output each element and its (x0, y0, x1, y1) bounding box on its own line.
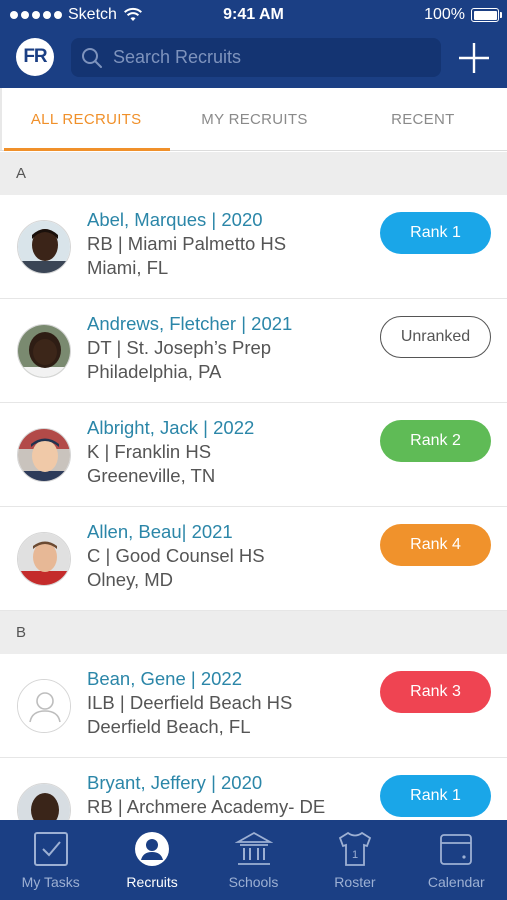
recruit-location: Miami, FL (87, 257, 169, 278)
person-icon (135, 832, 170, 866)
recruit-location: Philadelphia, PA (87, 361, 222, 382)
nav-roster[interactable]: 1 Roster (304, 820, 405, 900)
app-header: FR (0, 30, 507, 88)
recruit-info: Andrews, Fletcher | 2021 DT | St. Joseph… (87, 312, 292, 384)
recruit-row[interactable]: Albright, Jack | 2022 K | Franklin HS Gr… (0, 403, 507, 507)
recruit-name[interactable]: Bean, Gene | 2022 (87, 667, 292, 691)
recruit-name[interactable]: Abel, Marques | 2020 (87, 208, 286, 232)
recruit-row[interactable]: Andrews, Fletcher | 2021 DT | St. Joseph… (0, 299, 507, 403)
recruit-position-school: RB | Archmere Academy- DE (87, 796, 326, 817)
recruit-info: Bean, Gene | 2022 ILB | Deerfield Beach … (87, 667, 292, 739)
rank-badge[interactable]: Rank 1 (380, 212, 491, 254)
recruit-name[interactable]: Allen, Beau| 2021 (87, 520, 265, 544)
battery-percent: 100% (424, 6, 465, 23)
recruit-location: Greeneville, TN (87, 465, 216, 486)
svg-text:1: 1 (352, 849, 358, 861)
checkbox-icon (33, 832, 68, 866)
recruit-row[interactable]: Abel, Marques | 2020 RB | Miami Palmetto… (0, 195, 507, 299)
nav-label: My Tasks (21, 874, 80, 890)
rank-badge[interactable]: Rank 1 (380, 775, 491, 817)
nav-label: Roster (334, 874, 376, 890)
recruit-tabs: ALL RECRUITS MY RECRUITS RECENT (0, 88, 507, 151)
section-header-a: A (0, 152, 507, 195)
rank-badge[interactable]: Unranked (380, 316, 491, 358)
nav-recruits[interactable]: Recruits (101, 820, 202, 900)
recruit-avatar (17, 324, 71, 378)
section-header-b: B (0, 611, 507, 654)
recruit-location: Deerfield Beach, FL (87, 716, 251, 737)
add-recruit-button[interactable] (457, 41, 491, 75)
person-placeholder-icon (18, 680, 70, 732)
tab-all-recruits[interactable]: ALL RECRUITS (0, 88, 171, 151)
search-bar[interactable] (71, 38, 441, 77)
recruit-row[interactable]: Bryant, Jeffery | 2020 RB | Archmere Aca… (0, 758, 507, 820)
recruit-info: Allen, Beau| 2021 C | Good Counsel HS Ol… (87, 520, 265, 592)
school-building-icon (234, 831, 273, 865)
nav-label: Calendar (427, 874, 485, 890)
battery-icon (471, 8, 502, 22)
nav-label: Recruits (126, 874, 178, 890)
recruit-position-school: ILB | Deerfield Beach HS (87, 692, 293, 713)
recruit-avatar (17, 428, 71, 482)
recruit-name[interactable]: Bryant, Jeffery | 2020 (87, 771, 325, 795)
recruit-info: Albright, Jack | 2022 K | Franklin HS Gr… (87, 416, 254, 488)
recruit-row[interactable]: Bean, Gene | 2022 ILB | Deerfield Beach … (0, 654, 507, 758)
recruit-position-school: C | Good Counsel HS (87, 545, 265, 566)
nav-label: Schools (228, 874, 279, 890)
recruit-list[interactable]: A Abel, Marques | 2020 RB | Miami Palmet… (0, 152, 507, 820)
recruit-position-school: DT | St. Joseph’s Prep (87, 337, 272, 358)
status-bar: Sketch 9:41 AM 100% (0, 0, 507, 30)
rank-badge[interactable]: Rank 4 (380, 524, 491, 566)
recruit-location: Olney, MD (87, 569, 174, 590)
app-logo[interactable]: FR (16, 38, 54, 76)
calendar-icon (440, 834, 473, 865)
tab-recent[interactable]: RECENT (339, 88, 507, 150)
recruit-avatar (17, 679, 71, 733)
recruit-position-school: K | Franklin HS (87, 441, 212, 462)
recruit-info: Bryant, Jeffery | 2020 RB | Archmere Aca… (87, 771, 325, 819)
nav-schools[interactable]: Schools (203, 820, 304, 900)
jersey-icon: 1 (338, 831, 372, 866)
search-input[interactable] (113, 47, 423, 68)
nav-calendar[interactable]: Calendar (406, 820, 507, 900)
recruit-name[interactable]: Andrews, Fletcher | 2021 (87, 312, 292, 336)
recruit-avatar (17, 783, 71, 820)
battery-group: 100% (424, 6, 502, 24)
nav-my-tasks[interactable]: My Tasks (0, 820, 101, 900)
rank-badge[interactable]: Rank 3 (380, 671, 491, 713)
recruit-avatar (17, 532, 71, 586)
bottom-nav: My Tasks Recruits Schools 1 Roster Calen… (0, 820, 507, 900)
recruit-position-school: RB | Miami Palmetto HS (87, 233, 287, 254)
rank-badge[interactable]: Rank 2 (380, 420, 491, 462)
recruit-info: Abel, Marques | 2020 RB | Miami Palmetto… (87, 208, 286, 280)
recruit-name[interactable]: Albright, Jack | 2022 (87, 416, 254, 440)
recruit-row[interactable]: Allen, Beau| 2021 C | Good Counsel HS Ol… (0, 507, 507, 611)
search-icon (82, 47, 102, 68)
tab-my-recruits[interactable]: MY RECRUITS (170, 88, 338, 150)
recruit-avatar (17, 220, 71, 274)
